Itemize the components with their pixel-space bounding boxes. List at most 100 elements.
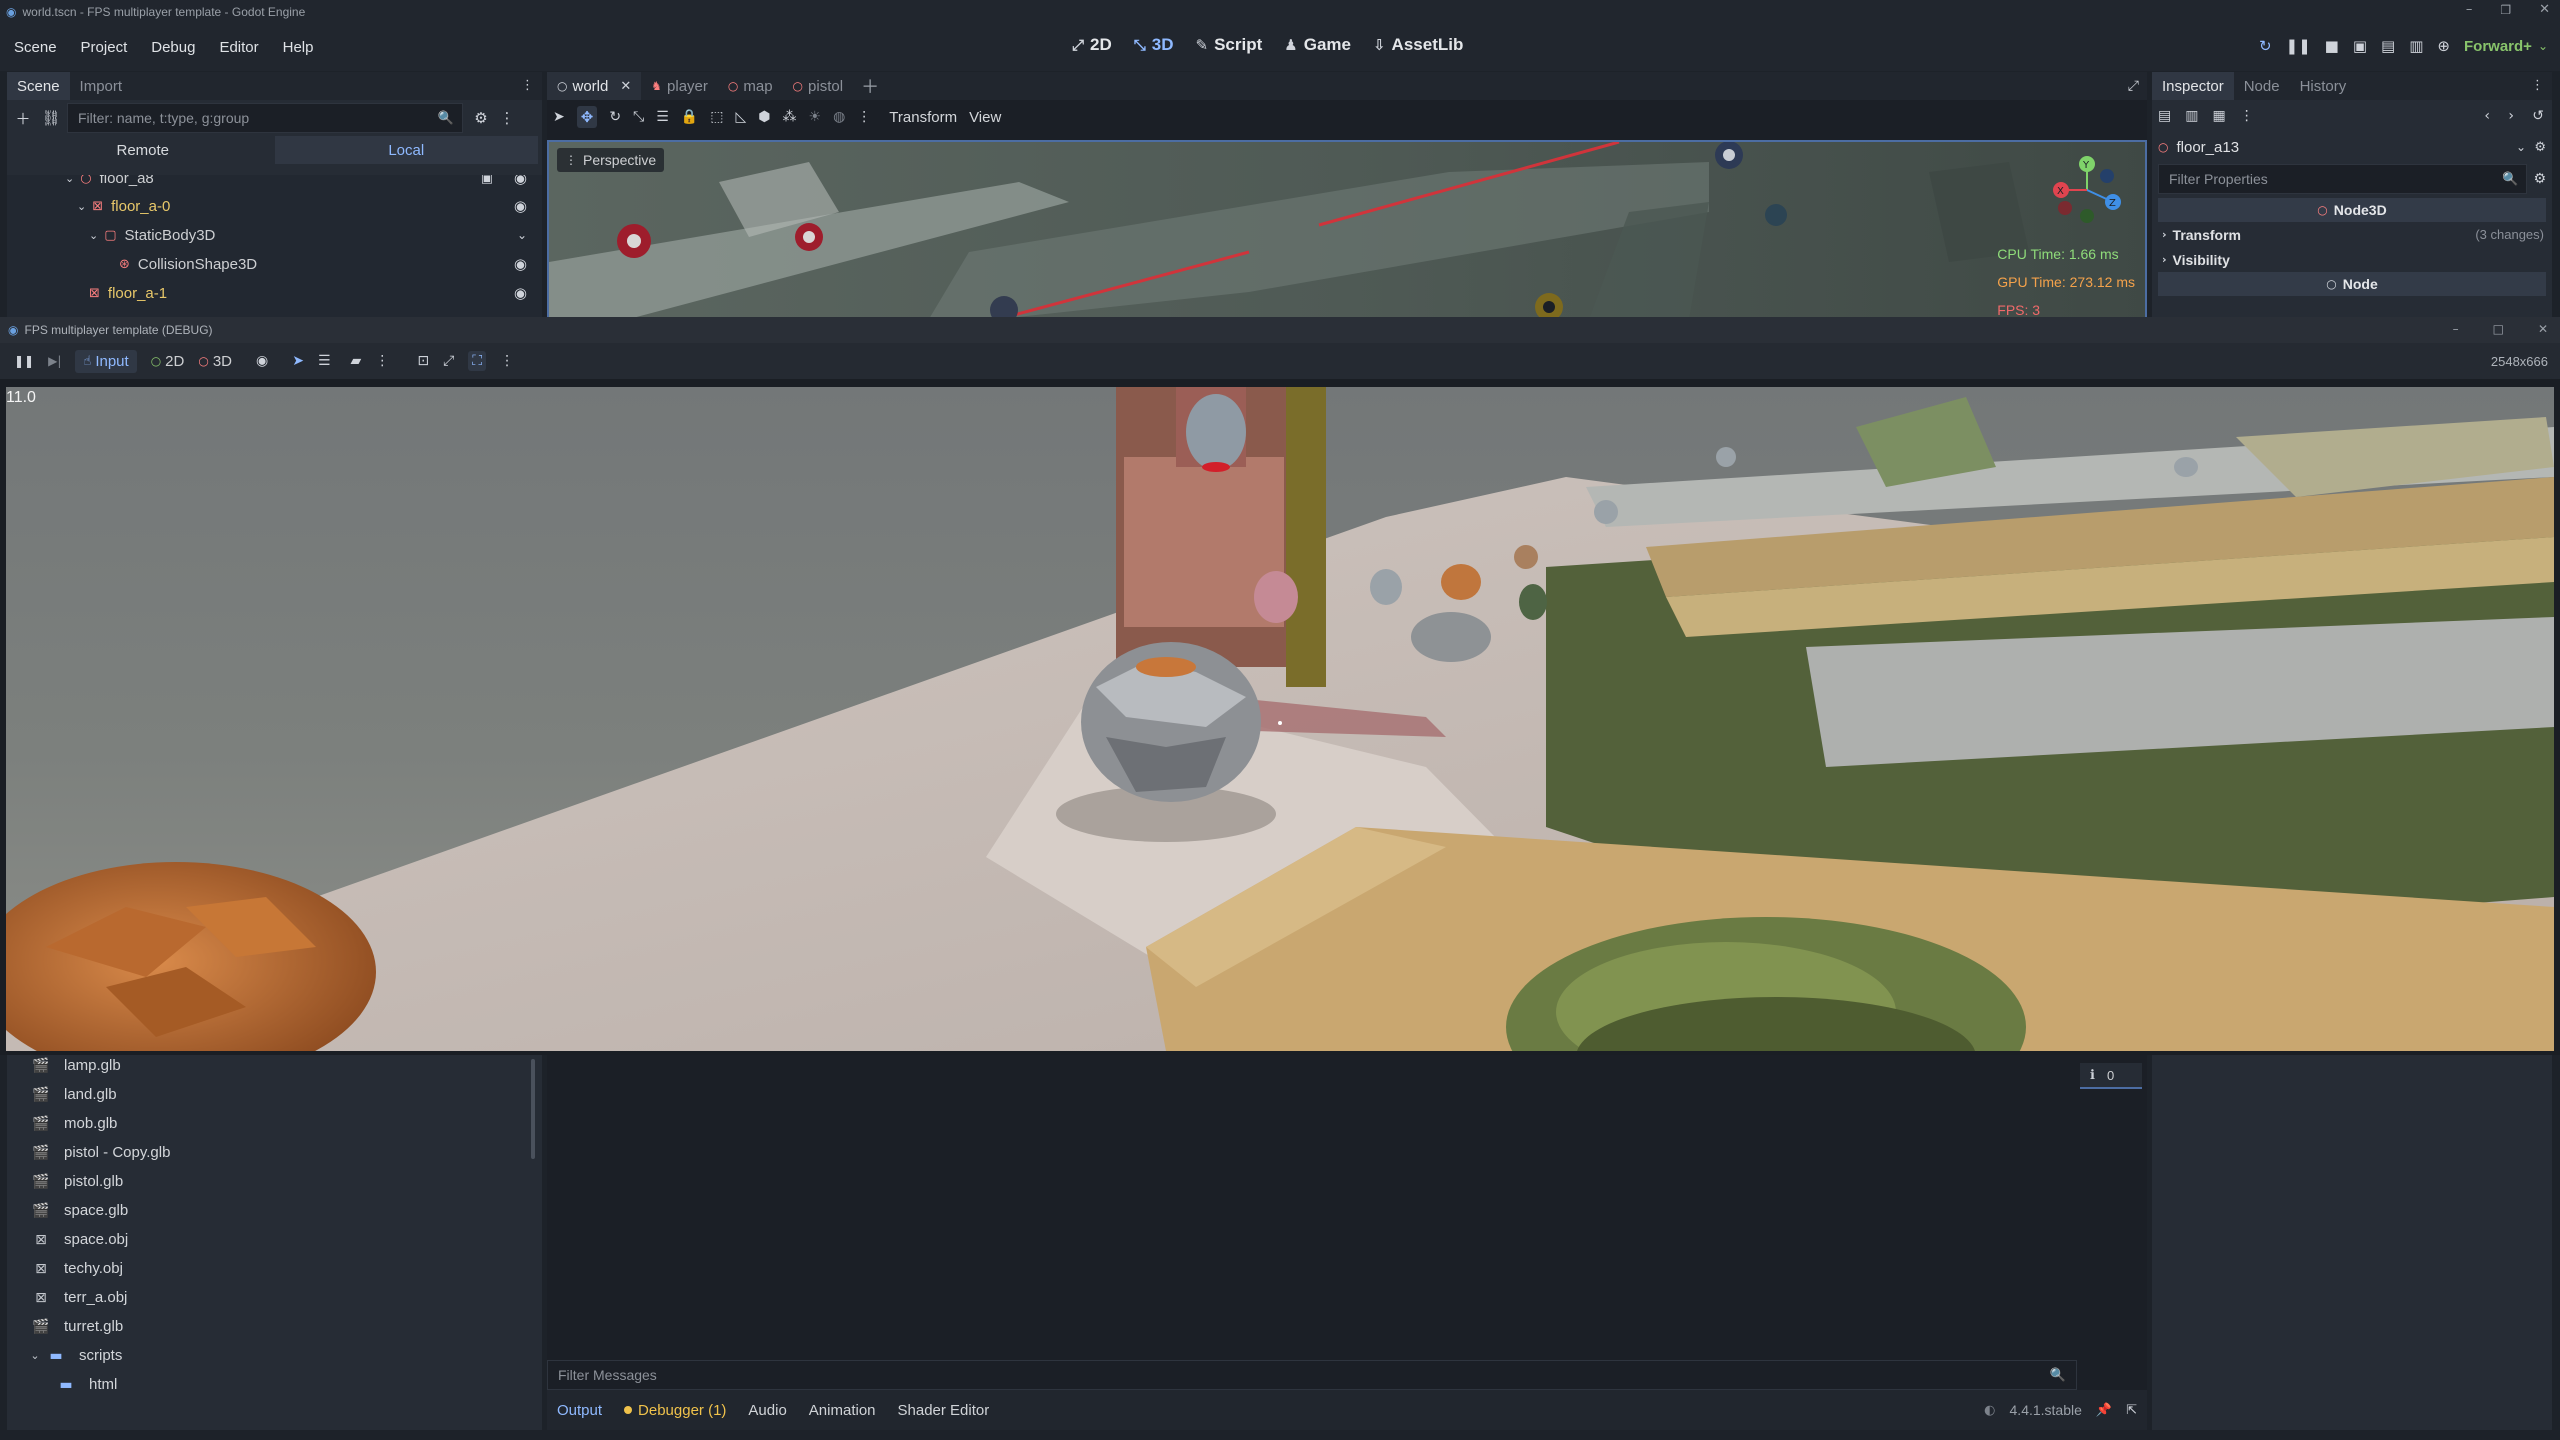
- add-node-icon[interactable]: ＋: [11, 108, 35, 129]
- play-scene-icon[interactable]: ▥: [2409, 37, 2423, 55]
- message-filter-input[interactable]: Filter Messages 🔍: [547, 1360, 2077, 1390]
- snap-icon[interactable]: ⁂: [783, 109, 797, 125]
- file-item[interactable]: 🎬 lamp.glb: [32, 1055, 120, 1080]
- minimize-icon[interactable]: –: [2466, 2, 2473, 17]
- tab-animation[interactable]: Animation: [809, 1402, 876, 1419]
- tree-item-staticbody3d[interactable]: ⌄ ▢ StaticBody3D ⌄: [89, 221, 535, 249]
- transform-group[interactable]: › Transform (3 changes): [2152, 222, 2552, 247]
- orientation-gizmo[interactable]: Y Z X: [2047, 150, 2127, 230]
- chevron-down-icon[interactable]: ⌄: [77, 200, 86, 213]
- scene-menu-icon[interactable]: ⋮: [499, 109, 515, 127]
- select-tool-icon[interactable]: ➤: [553, 109, 565, 125]
- expand-panel-icon[interactable]: ⇱: [2126, 1403, 2137, 1418]
- perspective-menu[interactable]: ⋮ Perspective: [557, 148, 665, 172]
- pin-icon[interactable]: 📌: [2096, 1403, 2112, 1418]
- chevron-down-icon[interactable]: ⌄: [65, 175, 74, 185]
- workspace-game-button[interactable]: ♟ Game: [1284, 35, 1351, 55]
- object-selector[interactable]: ○ floor_a13 ⌄ ⚙: [2152, 132, 2552, 162]
- object-history-icon[interactable]: ↺: [2532, 108, 2544, 124]
- local-space-icon[interactable]: ⬢: [758, 109, 770, 125]
- scene-tab-map[interactable]: ○ map: [718, 72, 783, 100]
- movie-maker-icon[interactable]: ▤: [2381, 37, 2395, 55]
- instance-icon[interactable]: ▣: [481, 175, 493, 186]
- play-custom-icon[interactable]: ⊕: [2437, 37, 2450, 55]
- tree-item-floor-a-1[interactable]: ⊠ floor_a-1 ◉: [89, 279, 535, 307]
- list-select-icon[interactable]: ☰: [318, 353, 331, 369]
- maximize-icon[interactable]: □: [2493, 322, 2504, 336]
- file-item[interactable]: ⊠ space.obj: [32, 1225, 128, 1254]
- rotate-tool-icon[interactable]: ↻: [609, 109, 621, 125]
- menu-project[interactable]: Project: [81, 39, 128, 56]
- file-item[interactable]: 🎬 mob.glb: [32, 1109, 117, 1138]
- lock-icon[interactable]: 🔒: [681, 109, 698, 125]
- section-node3d[interactable]: ○ Node3D: [2158, 198, 2546, 222]
- resource-menu-icon[interactable]: ⋮: [2240, 108, 2254, 124]
- workspace-3d-button[interactable]: ⤡ 3D: [1134, 35, 1174, 55]
- save-resource-icon[interactable]: ▦: [2212, 108, 2225, 124]
- filter-options-icon[interactable]: ⚙: [469, 109, 493, 127]
- workspace-script-button[interactable]: ✎ Script: [1196, 35, 1263, 55]
- file-item[interactable]: ⊠ terr_a.obj: [32, 1283, 127, 1312]
- stop-icon[interactable]: ■: [2325, 37, 2339, 55]
- tree-item-floor-a-0[interactable]: ⌄ ⊠ floor_a-0 ◉: [77, 192, 535, 220]
- tab-node[interactable]: Node: [2234, 72, 2290, 100]
- close-tab-icon[interactable]: ✕: [620, 79, 631, 94]
- scene-filter-input[interactable]: Filter: name, t:type, g:group 🔍: [67, 103, 463, 133]
- file-item[interactable]: 🎬 land.glb: [32, 1080, 116, 1109]
- menu-scene[interactable]: Scene: [14, 39, 57, 56]
- link-icon[interactable]: ⛓: [41, 109, 61, 127]
- file-item[interactable]: ⊠ techy.obj: [32, 1254, 123, 1283]
- distraction-free-icon[interactable]: ⤢: [2128, 78, 2139, 94]
- file-item[interactable]: 🎬 pistol.glb: [32, 1167, 123, 1196]
- reload-icon[interactable]: ↻: [2259, 37, 2272, 55]
- new-resource-icon[interactable]: ▤: [2158, 108, 2171, 124]
- 2d-mode-button[interactable]: ○ 2D: [151, 353, 185, 370]
- restore-icon[interactable]: ❐: [2500, 3, 2511, 17]
- camera-override-icon[interactable]: ▰: [351, 353, 362, 369]
- close-icon[interactable]: ✕: [2539, 2, 2550, 17]
- dock-menu-icon[interactable]: ⋮: [2531, 78, 2544, 93]
- visibility-eye-icon[interactable]: ◉: [514, 175, 527, 187]
- workspace-assetlib-button[interactable]: ⇩ AssetLib: [1373, 35, 1463, 55]
- chevron-down-icon[interactable]: ⌄: [517, 228, 527, 242]
- remote-debug-icon[interactable]: ▣: [2353, 37, 2367, 55]
- visibility-eye-icon[interactable]: ◉: [514, 284, 527, 302]
- tab-debugger[interactable]: Debugger (1): [624, 1402, 726, 1419]
- toolbar-menu-icon[interactable]: ⋮: [375, 353, 389, 369]
- dock-menu-icon[interactable]: ⋮: [521, 78, 534, 93]
- renderer-select[interactable]: Forward+: [2464, 38, 2532, 55]
- folder-item[interactable]: ▬ html: [57, 1370, 117, 1399]
- scene-tab-pistol[interactable]: ○ pistol: [783, 72, 854, 100]
- pause-icon[interactable]: ❚❚: [14, 354, 34, 368]
- file-tree-scrollbar[interactable]: [531, 1059, 535, 1159]
- object-properties-icon[interactable]: ⚙: [2534, 140, 2546, 155]
- scene-tab-player[interactable]: ♞ player: [641, 72, 718, 100]
- local-tab[interactable]: Local: [274, 136, 538, 164]
- group-icon[interactable]: ⬚: [710, 109, 723, 125]
- close-icon[interactable]: ✕: [2538, 322, 2548, 336]
- message-count-badge[interactable]: ℹ 0: [2080, 1063, 2142, 1089]
- folder-item[interactable]: ⌄ ▬ scripts: [29, 1341, 122, 1370]
- section-node[interactable]: ○ Node: [2158, 272, 2546, 296]
- chevron-down-icon[interactable]: ⌄: [2538, 39, 2548, 53]
- tree-item-collisionshape3d[interactable]: ⊛ CollisionShape3D ◉: [119, 250, 535, 278]
- file-item[interactable]: 🎬 turret.glb: [32, 1312, 123, 1341]
- tab-output[interactable]: Output: [557, 1402, 602, 1419]
- remote-tab[interactable]: Remote: [11, 136, 275, 164]
- list-select-icon[interactable]: ☰: [656, 109, 669, 125]
- chevron-down-icon[interactable]: ⌄: [29, 1349, 41, 1362]
- visibility-eye-icon[interactable]: ◉: [514, 255, 527, 273]
- tab-scene[interactable]: Scene: [7, 72, 70, 100]
- scene-tab-world[interactable]: ○ world ✕: [547, 72, 642, 100]
- viewport-menu-icon[interactable]: ⋮: [857, 109, 871, 125]
- add-tab-icon[interactable]: ＋: [861, 73, 879, 99]
- transform-menu[interactable]: Transform: [889, 109, 957, 126]
- view-menu[interactable]: View: [969, 109, 1001, 126]
- 3d-mode-button[interactable]: ○ 3D: [198, 353, 232, 370]
- menu-debug[interactable]: Debug: [151, 39, 195, 56]
- visibility-group[interactable]: › Visibility: [2152, 247, 2552, 272]
- fixed-size-icon[interactable]: ⊡: [417, 353, 429, 369]
- tab-import[interactable]: Import: [70, 72, 133, 100]
- environment-icon[interactable]: ◍: [833, 109, 845, 125]
- history-forward-icon[interactable]: ›: [2508, 108, 2514, 124]
